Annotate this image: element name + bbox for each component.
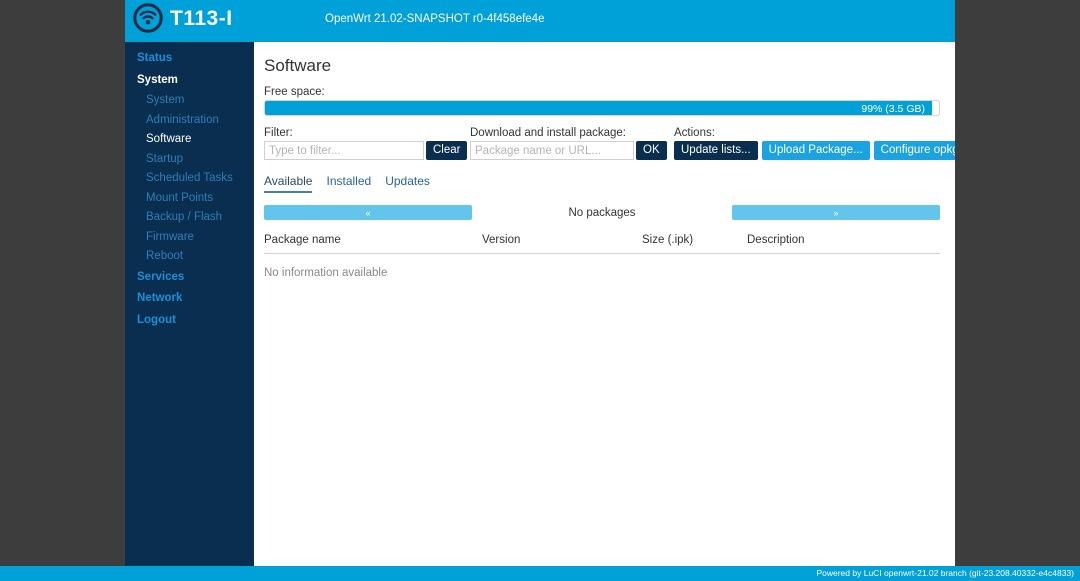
sidebar-item-startup[interactable]: Startup: [125, 150, 254, 170]
actions-buttons: Update lists... Upload Package... Config…: [674, 141, 955, 160]
sidebar-nav: Status System System Administration Software…: [125, 42, 254, 566]
package-table: Package name Version Size (.ipk) Descrip…: [264, 234, 940, 279]
download-label: Download and install package:: [470, 127, 626, 139]
sidebar-item-scheduled-tasks[interactable]: Scheduled Tasks: [125, 169, 254, 189]
sidebar-item-network[interactable]: Network: [125, 288, 254, 310]
pagination-next-button[interactable]: »: [732, 205, 940, 220]
clear-filter-button[interactable]: Clear: [426, 141, 468, 160]
free-space-value: 99% (3.5 GB): [861, 103, 925, 115]
column-header-description: Description: [747, 234, 805, 246]
actions-group: Actions: Update lists... Upload Package.…: [674, 127, 955, 160]
free-space-progressbar: 99% (3.5 GB): [264, 100, 940, 116]
sidebar-item-mount-points[interactable]: Mount Points: [125, 189, 254, 209]
brand-name: T113-I: [170, 6, 233, 30]
sidebar-item-reboot[interactable]: Reboot: [125, 247, 254, 267]
page-header: T113-I OpenWrt 21.02-SNAPSHOT r0-4f458ef…: [125, 0, 955, 42]
free-space-label: Free space:: [264, 86, 325, 98]
sidebar-item-administration[interactable]: Administration: [125, 111, 254, 131]
free-space-progress-fill: [265, 101, 933, 115]
sidebar-item-software[interactable]: Software: [125, 130, 254, 150]
footer-text: Powered by LuCI openwrt-21.02 branch (gi…: [816, 568, 1074, 578]
sidebar-item-system[interactable]: System: [125, 91, 254, 111]
brand: T113-I: [133, 3, 233, 33]
wifi-signal-icon: [133, 3, 163, 33]
upload-package-button[interactable]: Upload Package...: [761, 141, 870, 160]
sidebar-item-system[interactable]: System: [125, 70, 254, 92]
download-ok-button[interactable]: OK: [636, 141, 667, 160]
filter-group: Filter: Clear: [264, 127, 468, 160]
configure-opkg-button[interactable]: Configure opkg...: [873, 141, 955, 160]
column-header-package-name: Package name: [264, 234, 341, 246]
luci-page: T113-I OpenWrt 21.02-SNAPSHOT r0-4f458ef…: [125, 0, 955, 581]
update-lists-button[interactable]: Update lists...: [674, 141, 758, 160]
pagination-status: No packages: [568, 206, 636, 219]
sidebar-item-backup-flash[interactable]: Backup / Flash: [125, 208, 254, 228]
main-content: Software Free space: 99% (3.5 GB) Filter…: [254, 42, 955, 566]
sidebar-item-logout[interactable]: Logout: [125, 310, 254, 332]
sidebar-item-status[interactable]: Status: [125, 48, 254, 70]
tab-updates[interactable]: Updates: [385, 174, 430, 193]
filter-label: Filter:: [264, 127, 293, 139]
firmware-version-text: OpenWrt 21.02-SNAPSHOT r0-4f458efe4e: [325, 13, 545, 25]
download-package-input[interactable]: [470, 141, 634, 160]
page-title: Software: [264, 56, 332, 75]
table-header-row: Package name Version Size (.ipk) Descrip…: [264, 234, 940, 254]
pagination-prev-button[interactable]: «: [264, 205, 472, 220]
package-tabs: Available Installed Updates: [264, 174, 941, 193]
page-footer: Powered by LuCI openwrt-21.02 branch (gi…: [0, 566, 1080, 581]
tab-installed[interactable]: Installed: [326, 174, 371, 193]
sidebar-item-firmware[interactable]: Firmware: [125, 228, 254, 248]
table-empty-message: No information available: [264, 267, 388, 279]
filter-input[interactable]: [264, 141, 424, 160]
download-group: Download and install package: OK: [470, 127, 667, 160]
package-controls-row: Filter: Clear Download and install packa…: [264, 127, 955, 160]
column-header-version: Version: [482, 234, 521, 246]
sidebar-item-services[interactable]: Services: [125, 267, 254, 289]
download-input-wrap: OK: [470, 141, 667, 160]
column-header-size: Size (.ipk): [642, 234, 694, 246]
tab-available[interactable]: Available: [264, 174, 313, 193]
actions-label: Actions:: [674, 127, 715, 139]
pagination-bar: « No packages »: [264, 205, 940, 220]
filter-input-wrap: Clear: [264, 141, 468, 160]
